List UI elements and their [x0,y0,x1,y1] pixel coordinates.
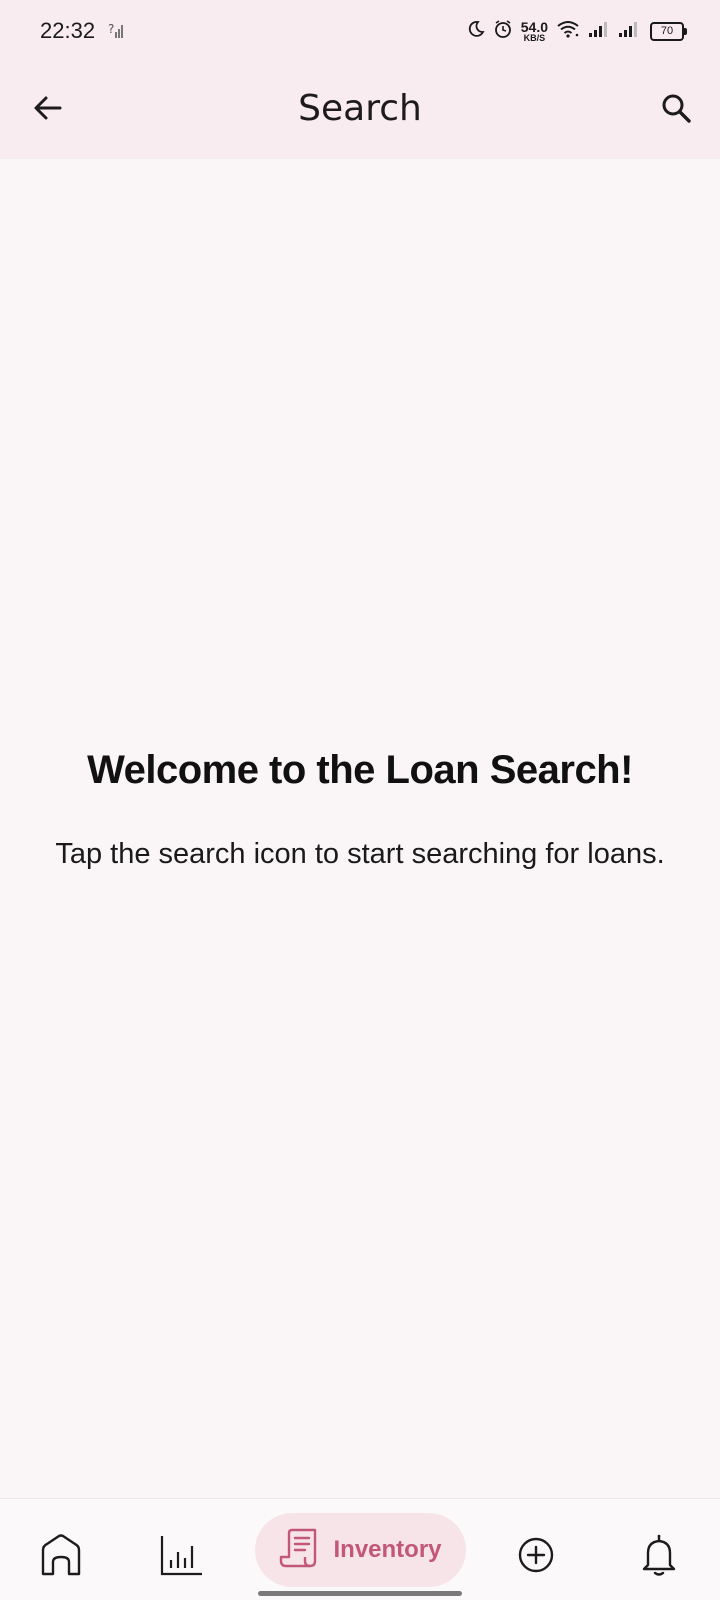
nav-home[interactable] [33,1529,89,1585]
nav-stats[interactable] [153,1529,209,1585]
app-bar: Search [0,62,720,159]
nav-notifications[interactable] [631,1529,687,1585]
receipt-icon [279,1527,321,1574]
battery-icon: 70 [650,21,687,41]
cell-signal-icon [588,20,610,43]
search-icon [660,92,692,129]
status-icons: 54.0 KB/S 70 [467,16,687,46]
net-speed-value: 54.0 [520,18,548,35]
status-bar: 22:32 ? 54.0 KB/S 70 [0,0,720,62]
net-speed-unit: KB/S [523,32,546,43]
bottom-nav: Inventory [0,1498,720,1600]
add-circle-icon [516,1535,556,1580]
alarm-icon [493,19,513,44]
cell-signal-icon [618,20,640,43]
page-title: Search [298,88,422,129]
moon-icon [467,20,485,43]
status-time: 22:32 [40,18,96,43]
bell-icon [639,1533,679,1582]
network-speed: 54.0 KB/S [521,20,548,43]
home-icon [38,1532,84,1583]
signal-unknown-icon: ? [108,20,126,45]
bar-chart-icon [158,1532,204,1583]
nav-inventory[interactable]: Inventory [255,1513,466,1587]
welcome-subtitle: Tap the search icon to start searching f… [55,838,665,870]
nav-add[interactable] [508,1529,564,1585]
screen: 22:32 ? 54.0 KB/S 70 Search Welcome to t… [0,0,720,1600]
search-button[interactable] [650,84,702,136]
welcome-title: Welcome to the Loan Search! [87,748,633,792]
svg-text:?: ? [108,22,114,36]
wifi-icon [556,20,580,43]
nav-inventory-label: Inventory [333,1536,442,1563]
home-indicator[interactable] [258,1591,462,1596]
